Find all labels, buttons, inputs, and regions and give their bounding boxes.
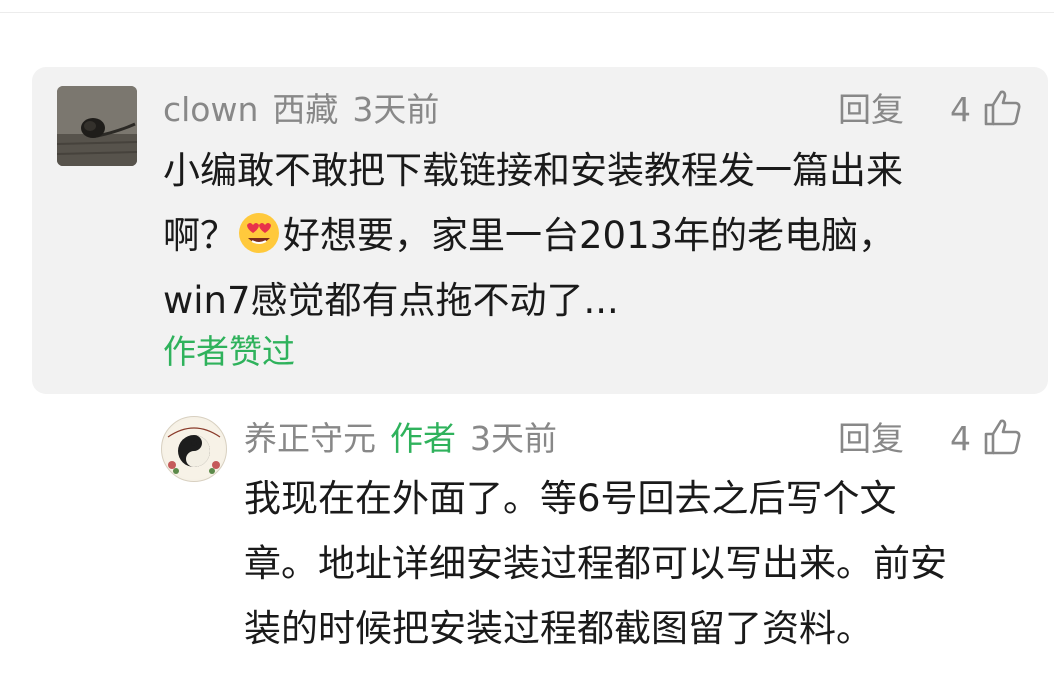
comment-line: 章。地址详细安装过程都可以写出来。前安 bbox=[244, 542, 947, 585]
heart-eyes-emoji-icon bbox=[237, 210, 281, 254]
comment-meta: clown 西藏 3天前 bbox=[163, 90, 453, 130]
thumbs-up-icon[interactable] bbox=[982, 88, 1022, 128]
top-divider bbox=[0, 12, 1054, 13]
comment-line: 装的时候把安装过程都截图留了资料。 bbox=[244, 607, 873, 650]
comment-line: 啊？ 好想要，家里一台2013年的老电脑， bbox=[163, 203, 903, 268]
timestamp: 3天前 bbox=[352, 90, 440, 129]
like-count: 4 bbox=[950, 419, 971, 458]
yin-yang-avatar-icon bbox=[164, 419, 224, 479]
author-liked-badge: 作者赞过 bbox=[163, 332, 295, 371]
comment-line: 小编敢不敢把下载链接和安装教程发一篇出来 bbox=[163, 149, 903, 192]
comment-line-prefix: 啊？ bbox=[163, 214, 237, 257]
avatar[interactable] bbox=[57, 86, 137, 166]
comment-text: 我现在在外面了。等6号回去之后写个文 章。地址详细安装过程都可以写出来。前安 装… bbox=[244, 466, 947, 661]
reply-button[interactable]: 回复 bbox=[838, 90, 904, 130]
comment-line-rest: 好想要，家里一台2013年的老电脑， bbox=[283, 214, 896, 257]
comment-meta: 养正守元 作者 3天前 bbox=[244, 419, 571, 459]
comment-line: win7感觉都有点拖不动了... bbox=[163, 279, 619, 322]
thumbs-up-icon[interactable] bbox=[982, 417, 1022, 457]
username[interactable]: clown bbox=[163, 90, 258, 129]
comment-text: 小编敢不敢把下载链接和安装教程发一篇出来 啊？ 好想要，家里一台2013年的老电… bbox=[163, 138, 903, 333]
timestamp: 3天前 bbox=[470, 419, 557, 458]
location: 西藏 bbox=[272, 90, 339, 129]
rose-avatar-icon bbox=[57, 86, 137, 166]
username[interactable]: 养正守元 bbox=[244, 419, 376, 458]
comment-line: 我现在在外面了。等6号回去之后写个文 bbox=[244, 477, 897, 520]
avatar[interactable] bbox=[161, 416, 227, 482]
like-count: 4 bbox=[950, 90, 971, 129]
reply-button[interactable]: 回复 bbox=[838, 419, 904, 459]
author-badge: 作者 bbox=[390, 419, 456, 458]
